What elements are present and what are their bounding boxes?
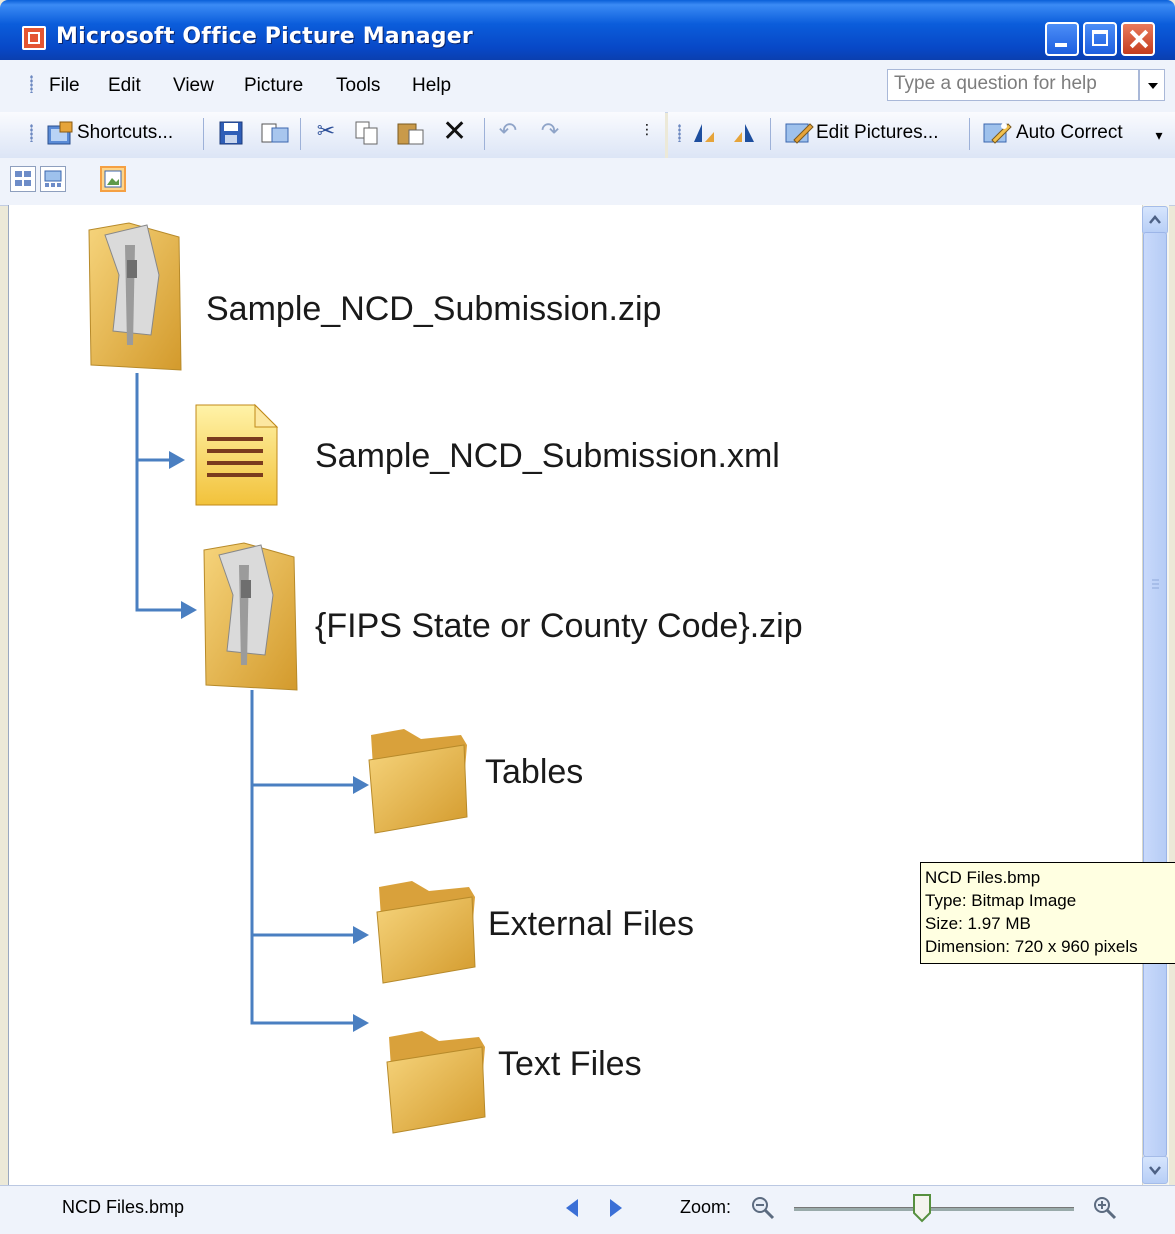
zoom-label: Zoom: [680, 1197, 732, 1217]
help-search-input[interactable]: Type a question for help [887, 69, 1139, 101]
paste-icon[interactable] [396, 120, 426, 146]
menu-edit[interactable]: Edit [108, 75, 141, 97]
scroll-down-button[interactable] [1142, 1156, 1168, 1184]
menu-picture[interactable]: Picture [244, 75, 303, 97]
maximize-button[interactable] [1083, 22, 1117, 56]
redo-icon[interactable]: ↷ [538, 120, 562, 144]
copy-icon[interactable] [354, 120, 380, 146]
zoom-out-icon[interactable] [750, 1195, 778, 1221]
menu-tools[interactable]: Tools [336, 75, 380, 97]
edit-pictures-icon[interactable] [784, 120, 814, 146]
shortcuts-button-label[interactable]: Shortcuts... [77, 122, 173, 144]
file-info-tooltip: NCD Files.bmp Type: Bitmap Image Size: 1… [920, 862, 1175, 964]
zip-folder-icon [203, 542, 298, 691]
next-picture-icon[interactable] [610, 1199, 622, 1217]
toolbar-grip[interactable] [30, 124, 33, 142]
zoom-slider-track[interactable] [794, 1207, 1074, 1211]
picture-manager-window: Microsoft Office Picture Manager File Ed… [0, 0, 1175, 1234]
edit-pictures-button-label[interactable]: Edit Pictures... [816, 122, 939, 144]
minimize-button[interactable] [1045, 22, 1079, 56]
title-bar[interactable]: Microsoft Office Picture Manager [0, 0, 1175, 60]
zoom-in-icon[interactable] [1092, 1195, 1120, 1221]
toolbar-grip[interactable] [678, 124, 681, 142]
delete-icon[interactable]: ✕ [442, 117, 467, 147]
save-icon[interactable] [218, 120, 244, 146]
picture-view-area[interactable]: Sample_NCD_Submission.zip Sample_NCD_Sub… [8, 205, 1143, 1185]
scroll-up-button[interactable] [1142, 206, 1168, 234]
window-title: Microsoft Office Picture Manager [56, 24, 473, 49]
rotate-left-icon[interactable] [690, 120, 718, 146]
zoom-slider-thumb[interactable] [912, 1193, 932, 1223]
previous-picture-icon[interactable] [566, 1199, 578, 1217]
folder-label-text-files: Text Files [498, 1045, 642, 1083]
export-icon[interactable] [260, 120, 290, 146]
shortcuts-icon[interactable] [46, 120, 74, 146]
xml-file-label: Sample_NCD_Submission.xml [315, 437, 780, 475]
filmstrip-view-icon[interactable] [40, 166, 66, 192]
menu-file[interactable]: File [49, 75, 80, 97]
state-zip-label: {FIPS State or County Code}.zip [315, 607, 803, 645]
toolbar-options-chevron-icon[interactable]: ⋮ [640, 118, 654, 142]
thumbnail-view-icon[interactable] [10, 166, 36, 192]
root-zip-label: Sample_NCD_Submission.zip [206, 290, 662, 328]
toolbar-separator [203, 118, 204, 150]
tooltip-filename: NCD Files.bmp [925, 868, 1041, 887]
toolbar-options-chevron-icon[interactable]: ▾ [1152, 124, 1166, 148]
rotate-right-icon[interactable] [730, 120, 758, 146]
menu-help[interactable]: Help [412, 75, 451, 97]
tooltip-type: Type: Bitmap Image [925, 891, 1077, 910]
toolbar-separator [484, 118, 485, 150]
toolbar-separator [770, 118, 771, 150]
folder-icon [376, 881, 476, 984]
undo-icon[interactable]: ↶ [496, 120, 520, 144]
zip-folder-icon [88, 222, 182, 371]
single-picture-view-icon[interactable] [100, 166, 126, 192]
view-mode-bar [0, 158, 1175, 206]
xml-document-icon [195, 403, 279, 506]
auto-correct-icon[interactable] [982, 120, 1012, 146]
status-filename: NCD Files.bmp [62, 1197, 185, 1217]
help-dropdown-button[interactable] [1139, 69, 1165, 101]
cut-icon[interactable]: ✂ [314, 120, 338, 144]
folder-icon [386, 1031, 486, 1134]
folder-label-tables: Tables [485, 753, 584, 791]
toolbar-separator [969, 118, 970, 150]
scrollbar-thumb[interactable] [1143, 232, 1167, 1157]
auto-correct-button-label[interactable]: Auto Correct [1016, 122, 1123, 144]
menu-view[interactable]: View [173, 75, 214, 97]
close-button[interactable] [1121, 22, 1155, 56]
folder-icon [368, 729, 468, 834]
menu-grip[interactable] [30, 75, 33, 93]
tooltip-dimension: Dimension: 720 x 960 pixels [925, 937, 1138, 956]
ncd-files-diagram [88, 222, 486, 1134]
picture-manager-app-icon[interactable] [22, 26, 46, 50]
tooltip-size: Size: 1.97 MB [925, 914, 1031, 933]
toolbar-separator [300, 118, 301, 150]
folder-label-external-files: External Files [488, 905, 694, 943]
